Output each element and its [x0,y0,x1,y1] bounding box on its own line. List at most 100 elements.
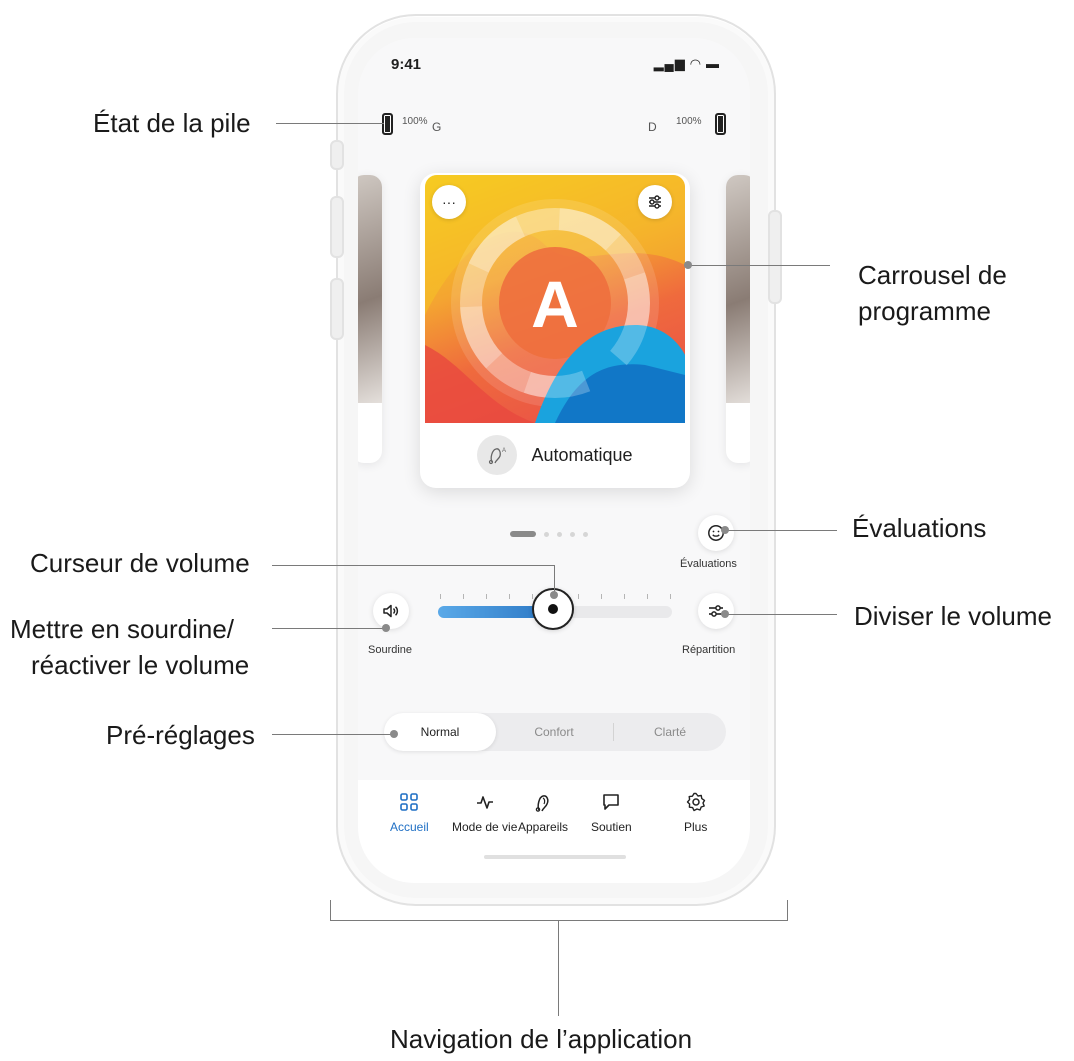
prev-card-photo [358,175,382,403]
tab-label: Accueil [390,820,429,834]
app-screen: 9:41 ▂▄▆ ◠ ▬ 100% G D 100% A ··· A Autom… [358,38,750,883]
presets-segmented-control: Normal Confort Clarté [384,713,726,751]
sliders-icon [649,195,661,209]
callout-mute-point [382,624,390,632]
slider-tick [532,594,533,599]
callout-split-line [725,614,837,615]
status-time: 9:41 [391,56,422,73]
preset-normal[interactable]: Normal [384,713,496,751]
callout-presets: Pré-réglages [106,720,255,750]
carousel-prev-card[interactable] [358,175,382,463]
callout-ratings-point [721,526,729,534]
callout-split-volume: Diviser le volume [854,601,1052,631]
callout-battery-line [276,123,384,124]
tab-plus[interactable]: Plus [684,792,707,834]
bottom-tab-bar: Accueil Mode de vie Appareils Soutien Pl… [358,780,750,883]
phone-volume-up-button [330,196,344,258]
navigation-bracket [330,900,788,921]
carousel-next-card[interactable] [726,175,750,463]
left-battery-icon [382,113,393,135]
program-name: Automatique [531,444,633,465]
program-settings-button[interactable] [638,185,672,219]
callout-ratings-line [725,530,837,531]
right-battery-icon [715,113,726,135]
callout-ratings: Évaluations [852,513,987,543]
more-icon: ··· [442,194,456,210]
preset-confort[interactable]: Confort [498,713,610,751]
pagination-dot[interactable] [583,531,588,537]
left-side-label: G [432,120,442,134]
grid-home-icon [400,793,419,811]
navigation-bracket-stem [558,920,559,1016]
phone-silent-switch [330,140,344,170]
mute-button[interactable] [373,593,409,629]
status-icons: ▂▄▆ ◠ ▬ [653,56,720,71]
callout-slider-line-h [272,565,555,566]
pagination-dot-active[interactable] [510,531,536,537]
tab-mode-de-vie[interactable]: Mode de vie [452,792,517,834]
slider-tick [463,594,464,599]
slider-tick [486,594,487,599]
callout-volume-slider: Curseur de volume [30,548,250,578]
hearing-aid-auto-icon: A [477,435,518,475]
right-battery-percent: 100% [676,116,702,127]
phone-power-button [768,210,782,304]
tab-soutien[interactable]: Soutien [591,792,632,834]
callout-carousel-line1: Carrousel de [858,260,1007,290]
callout-battery: État de la pile [93,108,251,138]
mute-label: Sourdine [368,644,413,656]
preset-clarte[interactable]: Clarté [614,713,726,751]
hearing-aid-icon [535,795,549,812]
ratings-button[interactable] [698,515,734,551]
phone-volume-down-button [330,278,344,340]
knob-center-dot [548,604,558,614]
slider-tick [624,594,625,599]
more-options-button[interactable]: ··· [432,185,466,219]
tab-appareils[interactable]: Appareils [518,792,568,834]
gear-icon [686,792,705,812]
callout-carousel-point [684,261,692,269]
callout-presets-point [390,730,398,738]
callout-mute-line2: réactiver le volume [31,650,250,680]
split-volume-label: Répartition [682,644,736,656]
right-side-label: D [648,120,657,134]
pagination-dot[interactable] [570,531,575,537]
slider-tick [578,594,579,599]
ratings-label: Évaluations [680,558,737,570]
activity-icon [476,796,493,809]
slider-tick [509,594,510,599]
program-artwork: A ··· [425,175,685,423]
slider-tick [440,594,441,599]
split-volume-button[interactable] [698,593,734,629]
slider-tick [647,594,648,599]
tab-label: Soutien [591,820,632,834]
tab-label: Plus [684,820,708,834]
callout-presets-line [272,734,394,735]
program-label-row: A Automatique [420,425,690,485]
callout-mute-line1: Mettre en sourdine/ [10,614,235,644]
callout-slider-point [550,591,558,599]
callout-navigation: Navigation de l’application [390,1024,693,1054]
home-indicator[interactable] [484,855,626,859]
speaker-icon [383,604,399,618]
pagination-dot[interactable] [557,531,562,537]
tab-accueil[interactable]: Accueil [390,792,429,834]
left-battery-percent: 100% [402,116,428,127]
callout-carousel-line2: programme [858,296,991,326]
callout-split-point [721,610,729,618]
preset-label: Clarté [653,725,686,739]
tab-label: Appareils [518,820,569,834]
tab-label: Mode de vie [452,820,518,834]
next-card-photo [726,175,750,403]
svg-text:A: A [502,448,506,454]
program-letter: A [531,267,579,341]
carousel-pagination [510,531,588,537]
callout-carousel-line [688,265,830,266]
preset-label: Confort [534,725,574,739]
pagination-dot[interactable] [544,531,549,537]
program-card[interactable]: A ··· A Automatique [420,173,690,488]
slider-tick [601,594,602,599]
chat-bubble-icon [603,794,620,810]
preset-label: Normal [420,725,460,739]
callout-mute-line [272,628,386,629]
